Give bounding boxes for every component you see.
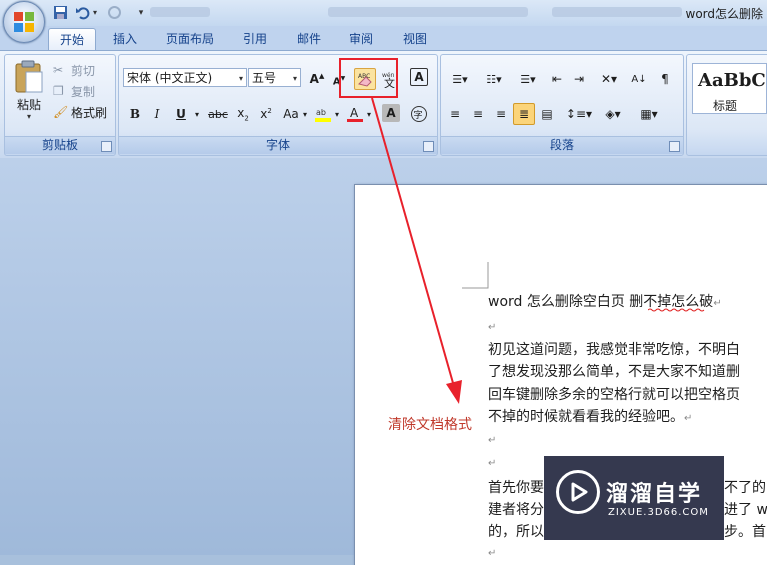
play-logo-icon: [556, 470, 600, 514]
watermark: 溜溜自学 ZIXUE.3D66.COM: [544, 456, 724, 540]
watermark-url: ZIXUE.3D66.COM: [608, 507, 709, 518]
office-logo-icon: [14, 12, 34, 32]
watermark-title: 溜溜自学: [606, 482, 703, 507]
office-button[interactable]: [3, 1, 45, 43]
annotation-label: 清除文档格式: [388, 417, 472, 433]
